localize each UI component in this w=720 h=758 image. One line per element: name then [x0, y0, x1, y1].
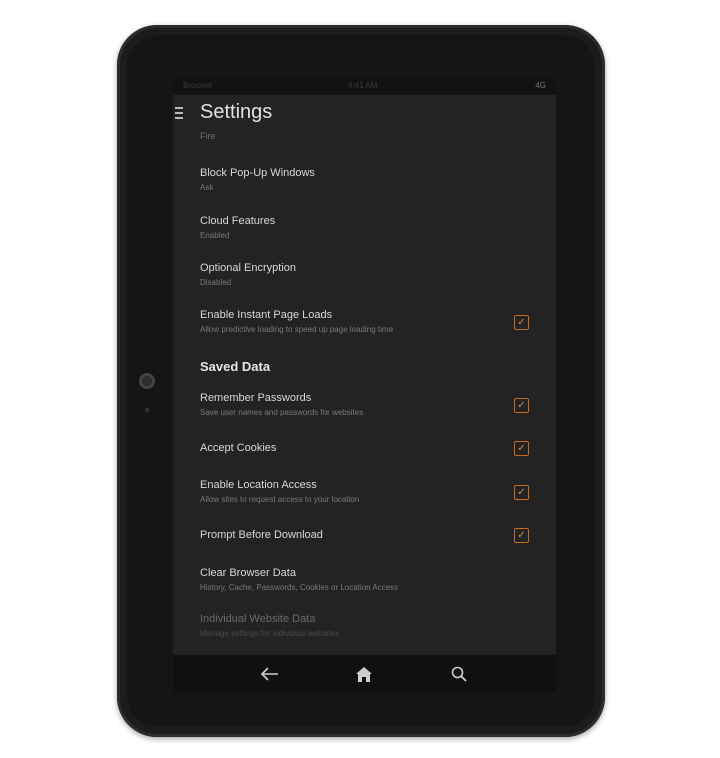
location-access-checkbox[interactable]: ✓ [514, 485, 529, 500]
setting-subtitle: Enabled [200, 231, 230, 240]
sensor-dot [145, 408, 149, 412]
setting-subtitle: Allow predictive loading to speed up pag… [200, 325, 394, 334]
status-time: 9:41 AM [348, 81, 378, 90]
setting-instant-page-loads[interactable]: Enable Instant Page Loads Allow predicti… [200, 309, 536, 335]
status-bar: Browser 9:41 AM 4G [173, 77, 556, 95]
setting-title: Enable Instant Page Loads [200, 309, 333, 321]
setting-remember-passwords[interactable]: Remember Passwords Save user names and p… [200, 392, 536, 418]
camera-icon [139, 373, 155, 389]
setting-title: Cloud Features [200, 215, 276, 227]
setting-title: Remember Passwords [200, 392, 312, 404]
setting-individual-website-data[interactable]: Individual Website Data Manage settings … [200, 613, 536, 639]
setting-title: Prompt Before Download [200, 529, 323, 541]
app-header: Settings [173, 95, 556, 135]
search-icon[interactable] [449, 664, 469, 684]
remember-passwords-checkbox[interactable]: ✓ [514, 398, 529, 413]
setting-title: Block Pop-Up Windows [200, 167, 315, 179]
setting-title: Enable Location Access [200, 479, 317, 491]
setting-subtitle: Manage settings for individual websites [200, 629, 340, 638]
setting-block-popups[interactable]: Block Pop-Up Windows Ask [200, 167, 536, 193]
instant-page-loads-checkbox[interactable]: ✓ [514, 315, 529, 330]
status-left: Browser [183, 81, 213, 90]
faded-setting-item[interactable]: Fire [200, 131, 216, 141]
prompt-before-download-checkbox[interactable]: ✓ [514, 528, 529, 543]
setting-clear-browser-data[interactable]: Clear Browser Data History, Cache, Passw… [200, 567, 536, 593]
setting-subtitle: History, Cache, Passwords, Cookies or Lo… [200, 583, 399, 592]
home-icon[interactable] [354, 664, 374, 684]
section-header-saved-data: Saved Data [200, 359, 271, 374]
setting-title: Accept Cookies [200, 442, 277, 454]
tablet-device: Browser 9:41 AM 4G Settings Fire Block P… [117, 25, 605, 737]
navigation-bar [173, 655, 556, 693]
setting-optional-encryption[interactable]: Optional Encryption Disabled [200, 262, 536, 288]
setting-cloud-features[interactable]: Cloud Features Enabled [200, 215, 536, 241]
setting-title: Optional Encryption [200, 262, 296, 274]
back-arrow-icon[interactable] [260, 664, 280, 684]
menu-icon[interactable] [175, 107, 183, 119]
setting-location-access[interactable]: Enable Location Access Allow sites to re… [200, 479, 536, 505]
setting-title: Clear Browser Data [200, 567, 296, 579]
page-title: Settings [200, 101, 273, 123]
setting-subtitle: Allow sites to request access to your lo… [200, 495, 360, 504]
setting-accept-cookies[interactable]: Accept Cookies [200, 442, 536, 455]
setting-prompt-before-download[interactable]: Prompt Before Download [200, 529, 536, 542]
status-signal: 4G [535, 81, 546, 90]
setting-title: Individual Website Data [200, 613, 316, 625]
setting-subtitle: Ask [200, 183, 214, 192]
accept-cookies-checkbox[interactable]: ✓ [514, 441, 529, 456]
screen: Browser 9:41 AM 4G Settings Fire Block P… [173, 77, 556, 693]
setting-subtitle: Save user names and passwords for websit… [200, 408, 364, 417]
setting-subtitle: Disabled [200, 278, 232, 287]
